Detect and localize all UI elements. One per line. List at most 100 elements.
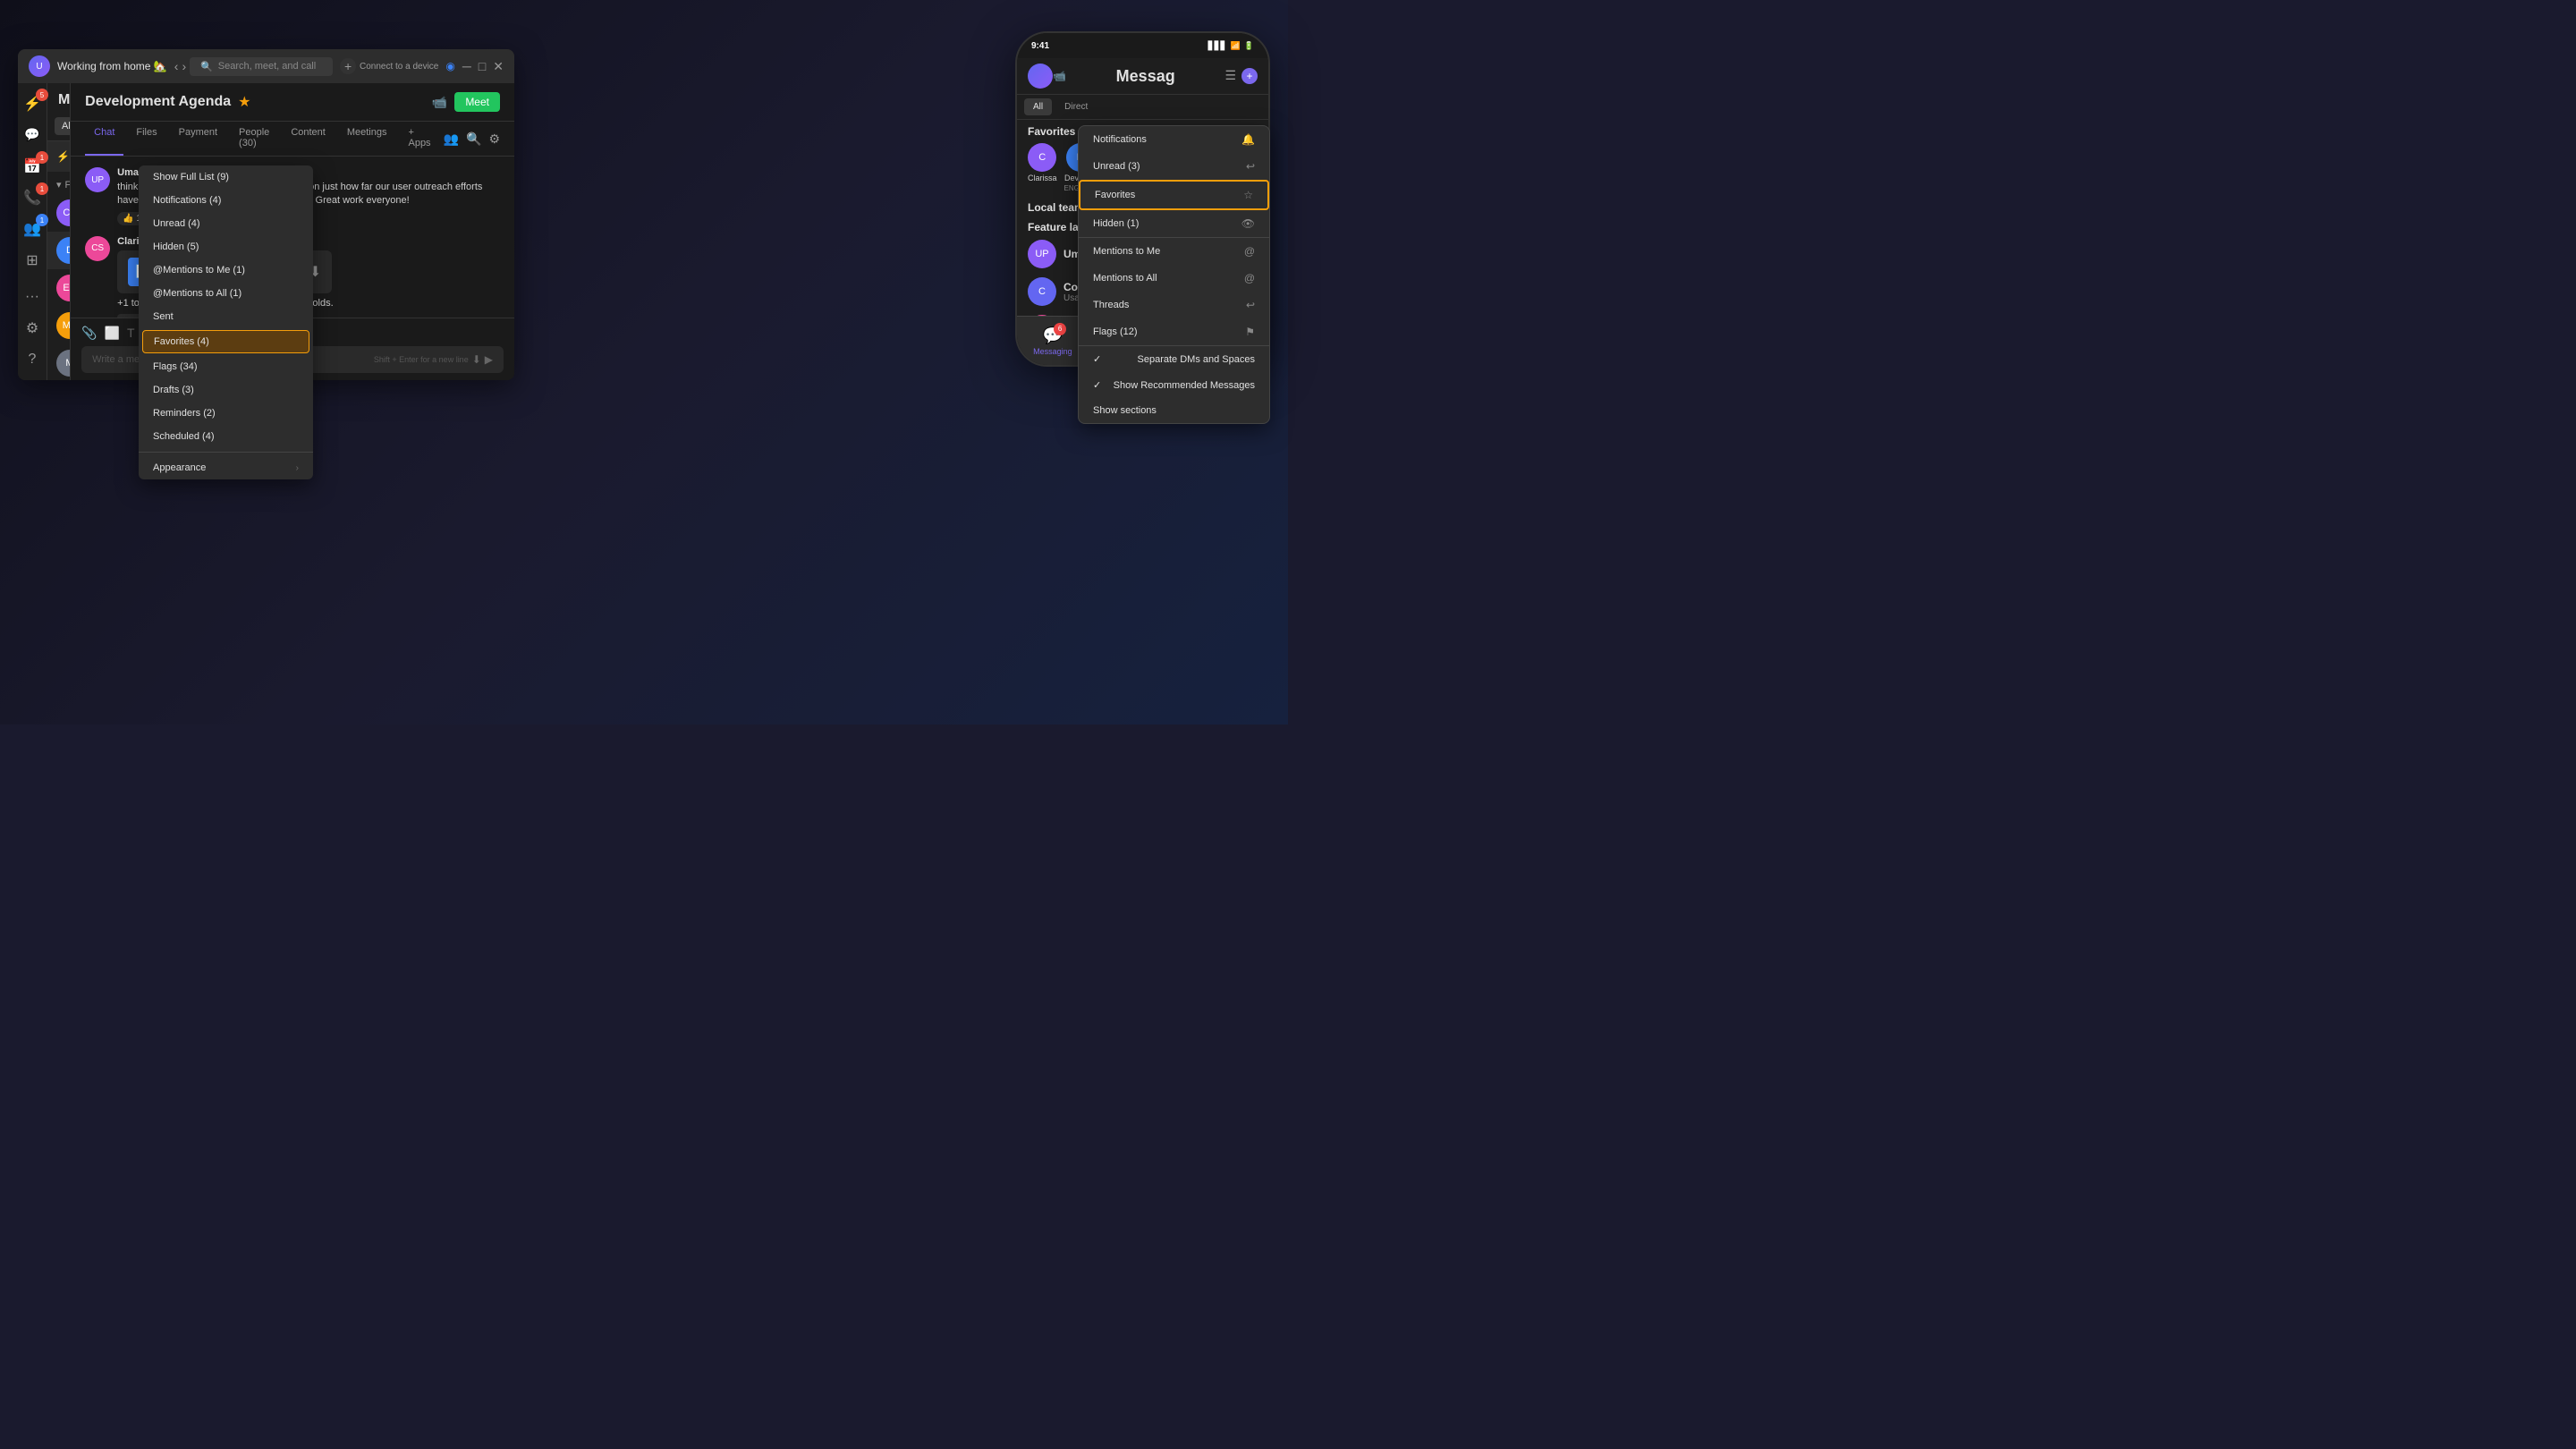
- phone-dd-favorites-icon: ☆: [1243, 189, 1253, 201]
- format-icon[interactable]: T: [127, 326, 135, 341]
- phone-fav-clarissa[interactable]: C Clarissa: [1028, 143, 1057, 192]
- search-placeholder: Search, meet, and call: [218, 61, 316, 72]
- close-button[interactable]: ✕: [493, 59, 504, 74]
- umar-msg-avatar: UP: [85, 167, 110, 192]
- phone-dd-notifications-icon: 🔔: [1241, 133, 1255, 146]
- add-icon[interactable]: +: [340, 58, 356, 74]
- tab-meetings[interactable]: Meetings: [338, 122, 396, 156]
- sent-label: Sent: [153, 311, 174, 322]
- search-chat-icon[interactable]: 🔍: [466, 131, 481, 147]
- favorites-header[interactable]: ▾ Favorites ★: [47, 172, 70, 194]
- phone-status-icons: ▋▋▋ 📶 🔋: [1208, 41, 1254, 51]
- dropdown-scheduled[interactable]: Scheduled (4): [139, 425, 313, 448]
- attach-icon[interactable]: 📎: [81, 326, 97, 341]
- phone-tab-all[interactable]: All: [1024, 98, 1052, 115]
- phone-dd-show-sections[interactable]: Show sections: [1079, 398, 1269, 423]
- meet-button[interactable]: Meet: [454, 92, 500, 112]
- expand-icon[interactable]: ⬇: [472, 353, 481, 366]
- dropdown-appearance[interactable]: Appearance ›: [139, 456, 313, 479]
- phone-dd-hidden[interactable]: Hidden (1) 👁: [1079, 210, 1269, 237]
- nav-back-icon[interactable]: ‹: [174, 59, 179, 73]
- phone-dd-mentions-all-icon: @: [1244, 272, 1255, 284]
- chat-title-text: Development Agenda: [85, 94, 231, 110]
- window-title: Working from home 🏡: [57, 60, 167, 72]
- tab-all[interactable]: All: [55, 117, 71, 135]
- title-bar: U Working from home 🏡 ‹ › 🔍 Search, meet…: [18, 49, 514, 83]
- phone-dd-mentions-all[interactable]: Mentions to All @: [1079, 265, 1269, 292]
- dropdown-show-full-list[interactable]: Show Full List (9): [139, 165, 313, 189]
- participants-icon[interactable]: 👥: [444, 131, 459, 147]
- title-bar-nav: ‹ ›: [174, 59, 186, 73]
- phone-dd-notifications-label: Notifications: [1093, 134, 1147, 145]
- dropdown-flags[interactable]: Flags (34): [139, 355, 313, 378]
- dropdown-hidden[interactable]: Hidden (5): [139, 235, 313, 258]
- phone-user-avatar[interactable]: [1028, 64, 1053, 89]
- tab-chat[interactable]: Chat: [85, 122, 123, 156]
- dropdown-notifications[interactable]: Notifications (4): [139, 189, 313, 212]
- tab-files[interactable]: Files: [127, 122, 165, 156]
- phone-dd-show-sections-label: Show sections: [1093, 405, 1157, 416]
- tab-payment[interactable]: Payment: [170, 122, 226, 156]
- sidebar-item-help[interactable]: ?: [18, 347, 47, 373]
- phone-dd-favorites[interactable]: Favorites ☆: [1079, 180, 1269, 210]
- tab-content[interactable]: Content: [282, 122, 335, 156]
- phone-filter-icon[interactable]: ☰: [1224, 68, 1236, 84]
- phone-dd-notifications[interactable]: Notifications 🔔: [1079, 126, 1269, 153]
- sidebar-item-apps[interactable]: ⊞: [18, 248, 47, 274]
- dropdown-unread[interactable]: Unread (4): [139, 212, 313, 235]
- contact-development-agenda[interactable]: D Development Agen... ENG Deployment: [47, 232, 70, 269]
- user-avatar: U: [29, 55, 50, 77]
- sidebar-item-more[interactable]: ···: [18, 284, 47, 310]
- phone-dd-mentions-me[interactable]: Mentions to Me @: [1079, 238, 1269, 265]
- phone-compose-icon[interactable]: +: [1241, 68, 1258, 84]
- phone-dd-unread[interactable]: Unread (3) ↩: [1079, 153, 1269, 180]
- sidebar-item-settings[interactable]: ⚙: [18, 316, 47, 342]
- phone-dd-flags[interactable]: Flags (12) ⚑: [1079, 318, 1269, 345]
- phone-tab-direct[interactable]: Direct: [1055, 98, 1097, 115]
- signal-icon: ▋▋▋: [1208, 41, 1227, 51]
- tab-people[interactable]: People (30): [230, 122, 278, 156]
- sidebar-item-activity[interactable]: ⚡ 5: [18, 90, 47, 116]
- sidebar-item-calls[interactable]: 📞 1: [18, 184, 47, 210]
- settings-chat-icon[interactable]: ⚙: [488, 131, 500, 147]
- dropdown-mentions-all[interactable]: @Mentions to All (1): [139, 282, 313, 305]
- send-icon[interactable]: ▶: [485, 353, 493, 366]
- apps-icon: ⊞: [26, 251, 38, 269]
- maximize-button[interactable]: □: [479, 59, 486, 73]
- sidebar-item-teams[interactable]: 👥 1: [18, 216, 47, 242]
- phone-clarissa-avatar: C: [1028, 143, 1056, 172]
- phone-dd-show-recommended[interactable]: Show Recommended Messages: [1079, 372, 1269, 398]
- minimize-button[interactable]: ─: [462, 59, 471, 73]
- search-bar[interactable]: 🔍 Search, meet, and call: [190, 57, 333, 76]
- contact-clarissa-smith[interactable]: CS Clarissa Smith Active: [47, 194, 70, 232]
- phone-dd-unread-label: Unread (3): [1093, 161, 1140, 172]
- phone-dd-separate-dms[interactable]: Separate DMs and Spaces: [1079, 346, 1269, 372]
- sidebar-item-messaging[interactable]: 💬: [18, 122, 47, 148]
- mentions-me-label: @Mentions to Me (1): [153, 265, 245, 275]
- phone-header-icons-left: 📹: [1053, 70, 1066, 82]
- calls-badge: 1: [36, 182, 48, 195]
- dropdown-reminders[interactable]: Reminders (2): [139, 402, 313, 425]
- chat-star-icon[interactable]: ★: [238, 93, 250, 111]
- sidebar-item-calendar[interactable]: 📅 1: [18, 153, 47, 179]
- phone-videocam-icon[interactable]: 📹: [1053, 70, 1066, 82]
- clarissa-avatar: CS: [56, 199, 70, 226]
- phone-dd-threads[interactable]: Threads ↩: [1079, 292, 1269, 318]
- connect-device-label[interactable]: Connect to a device: [360, 62, 438, 72]
- dropdown-drafts[interactable]: Drafts (3): [139, 378, 313, 402]
- dropdown-sent[interactable]: Sent: [139, 305, 313, 328]
- phone-status-bar: 9:41 ▋▋▋ 📶 🔋: [1017, 33, 1268, 58]
- help-icon: ?: [29, 352, 37, 368]
- nav-forward-icon[interactable]: ›: [182, 59, 186, 73]
- contact-matthew[interactable]: MB Matthew Baker Do Not Disturb until...: [47, 307, 70, 344]
- input-actions: Shift + Enter for a new line ⬇ ▶: [374, 353, 493, 366]
- contact-marketing[interactable]: M Marketing Collater...: [47, 344, 70, 380]
- dropdown-favorites[interactable]: Favorites (4): [142, 330, 309, 353]
- chat-header-actions: 📹 Meet: [432, 92, 500, 112]
- tab-apps[interactable]: + Apps: [399, 122, 439, 156]
- dropdown-mentions-me[interactable]: @Mentions to Me (1): [139, 258, 313, 282]
- video-icon[interactable]: 📹: [432, 95, 447, 110]
- phone-nav-messaging[interactable]: 💬 6 Messaging: [1033, 326, 1072, 356]
- contact-emily[interactable]: EN Emily Nakagawa In a meeting · Work...: [47, 269, 70, 307]
- text-box-icon[interactable]: ⬜: [105, 326, 120, 341]
